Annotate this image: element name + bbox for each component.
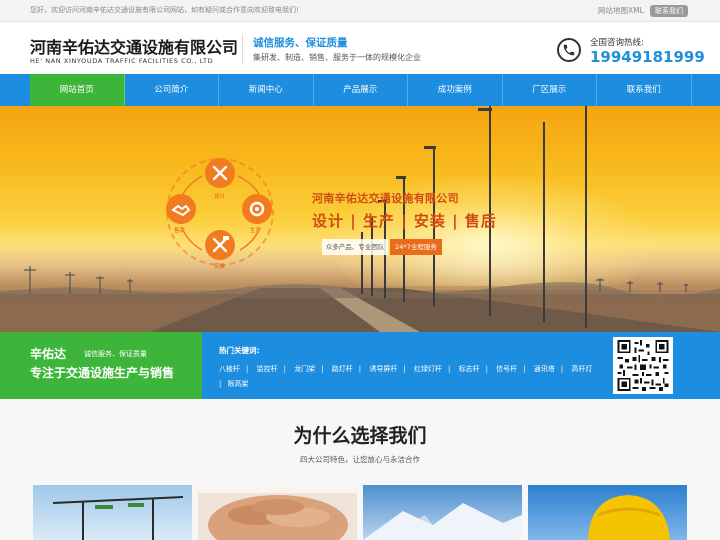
process-arrows	[181, 175, 261, 251]
banner-tag-service: 24*7全程服务	[390, 239, 442, 255]
keyword-link[interactable]: 通讯塔	[534, 362, 555, 377]
top-bar: 您好，欢迎访问河南辛佑达交通设施有限公司网站，如有疑问或合作意向欢迎致电我们! …	[0, 0, 720, 22]
banner-headline: 设计 | 生产 | 安装 | 售后	[312, 212, 497, 230]
hotline-number: 19949181999	[590, 48, 705, 66]
keyword-separator: |	[219, 380, 222, 388]
keyword-link[interactable]: 龙门架	[294, 362, 315, 377]
keyword-separator: |	[403, 365, 406, 373]
hero-banner[interactable]: 设计 生产 安装 售后 河南辛佑达交通设施有限公司 设计 | 生产 | 安装 |…	[0, 106, 720, 332]
nav-item-factory[interactable]: 厂区展示	[503, 74, 597, 106]
keyword-separator: |	[283, 365, 286, 373]
nav-item-products[interactable]: 产品展示	[314, 74, 408, 106]
keywords-title: 热门关键词:	[219, 346, 260, 355]
qr-code-pattern	[617, 340, 669, 391]
keyword-link[interactable]: 标志杆	[459, 362, 480, 377]
logo-english: HE' NAN XINYOUDA TRAFFIC FACILITIES CO.,…	[30, 57, 214, 65]
welcome-text: 您好，欢迎访问河南辛佑达交通设施有限公司网站，如有疑问或合作意向欢迎致电我们!	[30, 6, 299, 14]
keyword-separator: |	[358, 365, 362, 373]
sitemap-link[interactable]: 网站地图XML	[598, 5, 644, 16]
phone-icon	[557, 38, 581, 62]
keywords-list: 八棱杆 | 监控杆 | 龙门架 | 路灯杆 | 诱导屏杆 | 红绿灯杆 | 标志杆 | 信号杆…	[219, 362, 599, 392]
keyword-separator: |	[523, 365, 526, 373]
helmet-photo	[528, 485, 687, 540]
site-header: 河南辛佑达交通设施有限公司 HE' NAN XINYOUDA TRAFFIC F…	[0, 22, 720, 74]
keyword-separator: |	[246, 365, 249, 373]
keyword-link[interactable]: 限高架	[227, 377, 248, 392]
banner-company-title: 河南辛佑达交通设施有限公司	[312, 192, 459, 205]
keyword-separator: |	[485, 365, 488, 373]
nav-list: 网站首页 公司简介 新闻中心 产品展示 成功案例 厂区展示 联系我们	[30, 74, 692, 106]
hotline-label: 全国咨询热线:	[590, 38, 644, 48]
keyword-link[interactable]: 红绿灯杆	[414, 362, 442, 377]
road-sign-photo	[33, 485, 192, 540]
keyword-link[interactable]: 八棱杆	[219, 362, 240, 377]
keyword-separator: |	[560, 365, 564, 373]
mountain-photo	[363, 485, 522, 540]
feature-card-mountain[interactable]	[363, 485, 522, 540]
company-short-slogan: 诚信服务、保证质量	[84, 350, 147, 358]
feature-card-team[interactable]	[198, 485, 357, 540]
why-us-subtitle: 四大公司特色，让您放心与永洁合作	[300, 455, 420, 464]
keyword-separator: |	[447, 365, 451, 373]
nav-item-about[interactable]: 公司简介	[125, 74, 219, 106]
slogan-subtitle: 集研发、制造、销售、服务于一体的规模化企业	[253, 53, 421, 62]
keyword-separator: |	[321, 365, 324, 373]
header-divider	[242, 34, 243, 64]
keyword-link[interactable]: 路灯杆	[332, 362, 353, 377]
banner-tag-team: 众多产品、专业团队	[322, 239, 388, 255]
feature-card-helmet[interactable]	[528, 485, 687, 540]
keyword-link[interactable]: 诱导屏杆	[369, 362, 397, 377]
nav-item-cases[interactable]: 成功案例	[408, 74, 503, 106]
nav-item-home[interactable]: 网站首页	[30, 74, 125, 106]
team-hands-photo	[198, 485, 357, 540]
keyword-link[interactable]: 高杆灯	[571, 362, 592, 377]
nav-item-contact[interactable]: 联系我们	[597, 74, 692, 106]
logo-chinese[interactable]: 河南辛佑达交通设施有限公司	[30, 34, 238, 58]
why-us-title: 为什么选择我们	[293, 425, 427, 447]
company-short-name: 辛佑达	[30, 347, 67, 361]
main-nav: 网站首页 公司简介 新闻中心 产品展示 成功案例 厂区展示 联系我们	[0, 74, 720, 106]
qr-code	[613, 337, 673, 394]
contact-us-button[interactable]: 联系我们	[650, 5, 688, 17]
keyword-link[interactable]: 信号杆	[496, 362, 517, 377]
company-intro-box: 辛佑达 诚信服务、保证质量 专注于交通设施生产与销售	[0, 332, 202, 399]
feature-card-road[interactable]	[33, 485, 192, 540]
why-us-section: 为什么选择我们 四大公司特色，让您放心与永洁合作	[0, 399, 720, 540]
nav-item-news[interactable]: 新闻中心	[219, 74, 314, 106]
keyword-link[interactable]: 监控杆	[257, 362, 278, 377]
company-focus: 专注于交通设施生产与销售	[30, 366, 175, 380]
slogan: 诚信服务、保证质量	[253, 37, 348, 49]
